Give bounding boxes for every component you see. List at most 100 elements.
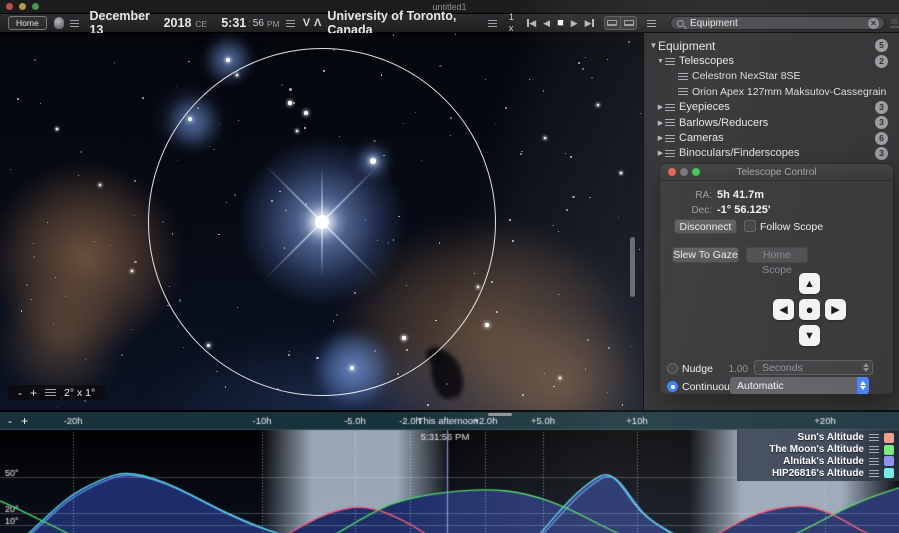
tree-item-celestron[interactable]: Celestron NexStar 8SE <box>644 69 899 84</box>
legend-item[interactable]: The Moon's Altitude <box>737 444 894 455</box>
clear-search-icon[interactable]: ✕ <box>868 18 879 29</box>
tree-item-eyepieces[interactable]: ▶ Eyepieces 3 <box>644 100 899 115</box>
home-scope-button[interactable]: Home Scope <box>746 247 808 263</box>
search-menu-icon[interactable] <box>647 20 656 27</box>
telescope-control-titlebar[interactable]: Telescope Control <box>660 164 893 181</box>
play-forward-icon[interactable]: ▶ <box>571 18 578 29</box>
bright-star[interactable] <box>620 172 622 174</box>
sky-scrollbar[interactable] <box>630 237 635 297</box>
background-star <box>543 90 544 91</box>
disclosure-open-icon[interactable]: ▼ <box>656 58 665 65</box>
time-step-down-icon[interactable]: V <box>303 17 310 29</box>
item-menu-icon[interactable] <box>678 73 688 80</box>
layout-left-icon[interactable] <box>605 17 621 29</box>
legend-item[interactable]: Sun's Altitude <box>737 432 894 443</box>
panel-layout-toggle[interactable] <box>604 16 637 30</box>
legend-color-swatch[interactable] <box>884 468 894 478</box>
nudge-down-button[interactable]: ▼ <box>799 325 820 346</box>
bright-star[interactable] <box>99 184 101 186</box>
bright-star[interactable] <box>559 377 561 379</box>
tree-label: Orion Apex 127mm Maksutov-Cassegrain <box>692 86 886 98</box>
fov-menu-icon[interactable] <box>45 389 56 396</box>
bright-star[interactable] <box>485 323 489 327</box>
nudge-right-button[interactable]: ▶ <box>825 299 846 320</box>
background-star <box>176 86 177 87</box>
disclosure-closed-icon[interactable]: ▶ <box>656 119 665 127</box>
time-scrollbar[interactable] <box>488 413 512 416</box>
bright-star[interactable] <box>131 270 133 272</box>
flow-menu-icon[interactable] <box>488 20 497 27</box>
stop-time-icon[interactable]: ■ <box>557 17 564 29</box>
time-flow-rate[interactable]: 1 x <box>509 12 519 34</box>
date-year[interactable]: 2018 <box>164 16 192 30</box>
tree-label: Cameras <box>679 132 724 144</box>
item-menu-icon[interactable] <box>665 150 675 157</box>
bright-star[interactable] <box>597 104 599 106</box>
search-field[interactable]: ✕ <box>670 16 885 30</box>
legend-item[interactable]: HIP26816's Altitude <box>737 468 894 479</box>
legend-menu-icon[interactable] <box>869 434 879 441</box>
search-input[interactable] <box>688 17 868 30</box>
background-star <box>65 296 66 297</box>
nudge-left-button[interactable]: ◀ <box>773 299 794 320</box>
sky-view[interactable]: - + 2° x 1° <box>0 33 643 410</box>
background-star <box>40 103 41 104</box>
item-menu-icon[interactable] <box>665 104 675 111</box>
legend-color-swatch[interactable] <box>884 445 894 455</box>
item-menu-icon[interactable] <box>665 119 675 126</box>
panel-eject-icon[interactable] <box>890 19 899 28</box>
nudge-radio[interactable] <box>667 363 678 374</box>
tree-item-barlows[interactable]: ▶ Barlows/Reducers 3 <box>644 115 899 130</box>
bright-star[interactable] <box>544 137 547 140</box>
bright-star[interactable] <box>226 58 230 62</box>
item-menu-icon[interactable] <box>665 135 675 142</box>
disclosure-closed-icon[interactable]: ▶ <box>656 149 665 157</box>
disclosure-closed-icon[interactable]: ▶ <box>656 134 665 142</box>
tree-item-binoculars[interactable]: ▶ Binoculars/Finderscopes 3 <box>644 146 899 161</box>
time-seconds[interactable]: 56 <box>253 18 264 29</box>
disclosure-closed-icon[interactable]: ▶ <box>656 103 665 111</box>
legend-menu-icon[interactable] <box>869 470 879 477</box>
disclosure-open-icon[interactable]: ▼ <box>649 41 658 50</box>
horsehead-nebula <box>427 348 466 401</box>
continuous-radio[interactable] <box>667 381 678 392</box>
legend-menu-icon[interactable] <box>869 446 879 453</box>
nudge-unit-select[interactable]: Seconds <box>754 360 873 375</box>
graph-zoom-in-button[interactable]: + <box>21 414 28 428</box>
legend-label: The Moon's Altitude <box>769 444 864 455</box>
tree-item-telescopes[interactable]: ▼ Telescopes 2 <box>644 53 899 68</box>
time-hour-minute[interactable]: 5:31 <box>221 16 246 30</box>
pan-hand-icon[interactable] <box>54 17 65 29</box>
legend-color-swatch[interactable] <box>884 433 894 443</box>
legend-item[interactable]: Alnitak's Altitude <box>737 456 894 467</box>
fov-zoom-out-button[interactable]: - <box>18 387 22 399</box>
legend-color-swatch[interactable] <box>884 456 894 466</box>
time-menu-icon[interactable] <box>286 20 295 27</box>
skip-to-end-icon[interactable]: ▶ <box>585 18 594 29</box>
bright-star[interactable] <box>56 128 58 130</box>
nudge-up-button[interactable]: ▲ <box>799 273 820 294</box>
tree-item-orion[interactable]: Orion Apex 127mm Maksutov-Cassegrain <box>644 84 899 99</box>
step-back-icon[interactable]: ◀ <box>543 18 550 29</box>
item-menu-icon[interactable] <box>678 88 688 95</box>
skip-to-start-icon[interactable]: ◀ <box>527 18 536 29</box>
legend-menu-icon[interactable] <box>869 458 879 465</box>
graph-zoom-out-button[interactable]: - <box>8 414 12 428</box>
date-menu-icon[interactable] <box>70 20 79 27</box>
disconnect-button[interactable]: Disconnect <box>674 219 737 234</box>
tree-label: Eyepieces <box>679 101 730 113</box>
tree-item-cameras[interactable]: ▶ Cameras 6 <box>644 130 899 145</box>
layout-right-icon[interactable] <box>620 17 636 29</box>
fov-zoom-in-button[interactable]: + <box>30 387 37 399</box>
time-step-up-icon[interactable]: Λ <box>314 17 321 29</box>
stop-motion-button[interactable]: ● <box>799 299 820 320</box>
follow-scope-checkbox[interactable] <box>744 220 756 232</box>
background-star <box>446 383 448 385</box>
nudge-amount-field[interactable]: 1.00 <box>720 364 748 375</box>
count-badge: 5 <box>875 39 888 52</box>
item-menu-icon[interactable] <box>665 58 675 65</box>
continuous-mode-select[interactable]: Automatic <box>730 377 869 394</box>
tree-item-equipment[interactable]: ▼ Equipment 5 <box>644 38 899 53</box>
slew-to-gaze-button[interactable]: Slew To Gaze <box>672 247 739 263</box>
home-button[interactable]: Home <box>8 16 47 30</box>
